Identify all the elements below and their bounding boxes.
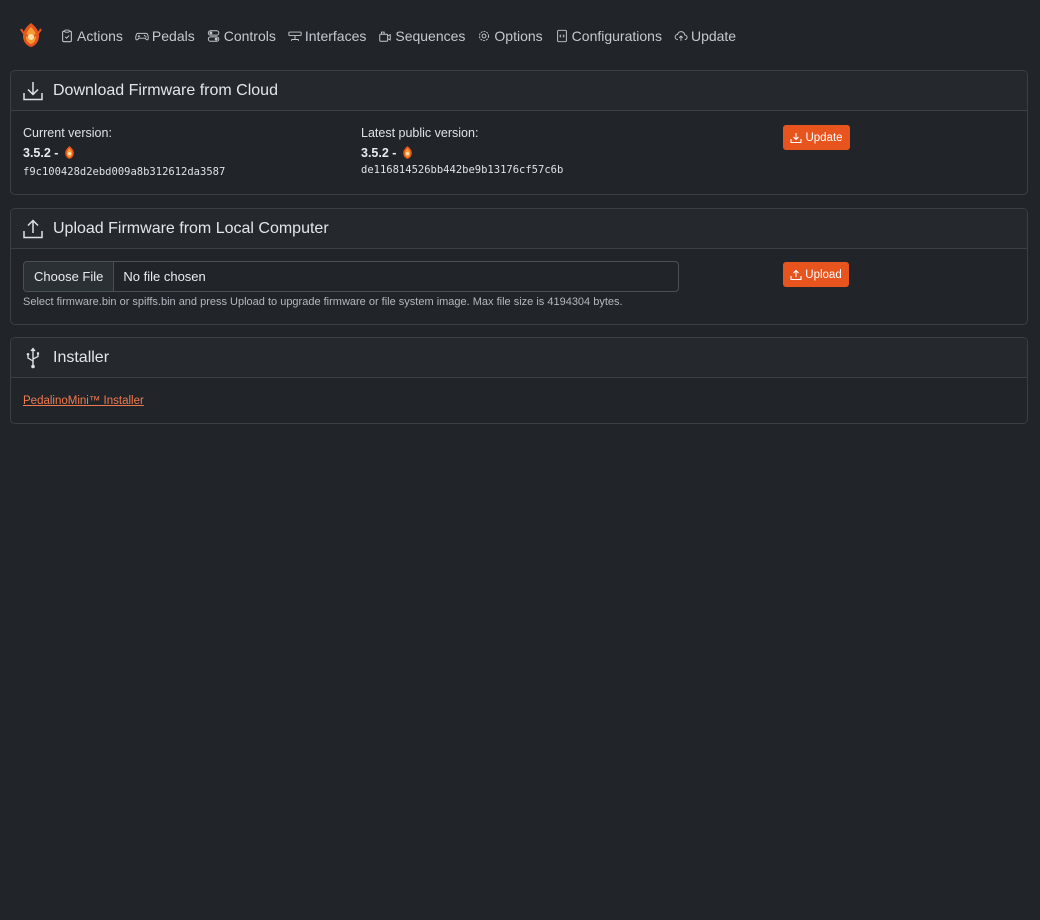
nav-options-label: Options xyxy=(494,28,543,44)
upload-small-icon xyxy=(790,269,802,280)
latest-version-number: 3.5.2 - xyxy=(361,145,397,160)
clipboard-icon xyxy=(60,29,74,43)
nav-options[interactable]: Options xyxy=(477,28,543,44)
nav-sequences[interactable]: Sequences xyxy=(378,28,465,44)
upload-help-text: Select firmware.bin or spiffs.bin and pr… xyxy=(23,296,623,308)
nav-sequences-label: Sequences xyxy=(395,28,466,44)
upload-icon xyxy=(22,218,44,240)
firmware-file-input[interactable]: Choose File No file chosen xyxy=(23,261,679,292)
update-button-label: Update xyxy=(805,131,843,144)
current-version-label: Current version: xyxy=(23,126,112,140)
nav-actions[interactable]: Actions xyxy=(60,28,123,44)
nav-interfaces[interactable]: Interfaces xyxy=(288,28,366,44)
installer-link[interactable]: PedalinoMini™ Installer xyxy=(23,395,144,407)
nav-controls[interactable]: Controls xyxy=(207,28,276,44)
nav-controls-label: Controls xyxy=(223,28,276,44)
nav-update-label: Update xyxy=(690,28,737,44)
download-card-header: Download Firmware from Cloud xyxy=(11,71,1027,111)
pedalino-mini-icon xyxy=(403,146,413,159)
upload-card-title: Upload Firmware from Local Computer xyxy=(53,219,329,237)
nav-configurations-label: Configurations xyxy=(571,28,662,44)
upload-firmware-card: Upload Firmware from Local Computer Choo… xyxy=(10,208,1028,325)
download-small-icon xyxy=(790,132,803,143)
installer-card-header: Installer xyxy=(11,338,1027,378)
latest-version-value: 3.5.2 - xyxy=(361,145,415,160)
latest-version-label: Latest public version: xyxy=(361,126,479,140)
gamepad-icon xyxy=(135,29,149,43)
nav-update[interactable]: Update xyxy=(674,28,736,44)
pedalino-mini-icon xyxy=(65,146,75,159)
file-name-display: No file chosen xyxy=(123,269,206,284)
upload-button-label: Upload xyxy=(805,268,842,281)
navbar: Actions Pedals Controls Interfaces Seque… xyxy=(0,0,1040,70)
sequences-icon xyxy=(378,29,392,43)
download-firmware-card: Download Firmware from Cloud Current ver… xyxy=(10,70,1028,195)
nav-pedals-label: Pedals xyxy=(151,28,195,44)
file-code-icon xyxy=(555,29,569,43)
nav-interfaces-label: Interfaces xyxy=(304,28,367,44)
pedalino-logo-icon[interactable] xyxy=(17,21,45,49)
choose-file-button[interactable]: Choose File xyxy=(24,262,115,291)
usb-icon xyxy=(22,346,44,369)
upload-card-header: Upload Firmware from Local Computer xyxy=(11,209,1027,249)
download-card-title: Download Firmware from Cloud xyxy=(53,81,278,99)
toggles-icon xyxy=(207,29,221,43)
upload-button[interactable]: Upload xyxy=(783,262,849,287)
latest-version-hash: de116814526bb442be9b13176cf57c6b xyxy=(361,164,564,176)
installer-card-title: Installer xyxy=(53,348,110,366)
current-version-hash: f9c100428d2ebd009a8b312612da3587 xyxy=(23,166,226,178)
cloud-upload-icon xyxy=(674,29,688,43)
gear-icon xyxy=(477,29,491,43)
update-button[interactable]: Update xyxy=(783,125,850,150)
download-icon xyxy=(22,80,44,102)
current-version-number: 3.5.2 - xyxy=(23,145,59,160)
nav-actions-label: Actions xyxy=(77,28,123,44)
nav-configurations[interactable]: Configurations xyxy=(555,28,662,44)
interfaces-icon xyxy=(288,29,302,43)
current-version-value: 3.5.2 - xyxy=(23,145,77,160)
nav-pedals[interactable]: Pedals xyxy=(135,28,195,44)
installer-card: Installer PedalinoMini™ Installer xyxy=(10,337,1028,424)
